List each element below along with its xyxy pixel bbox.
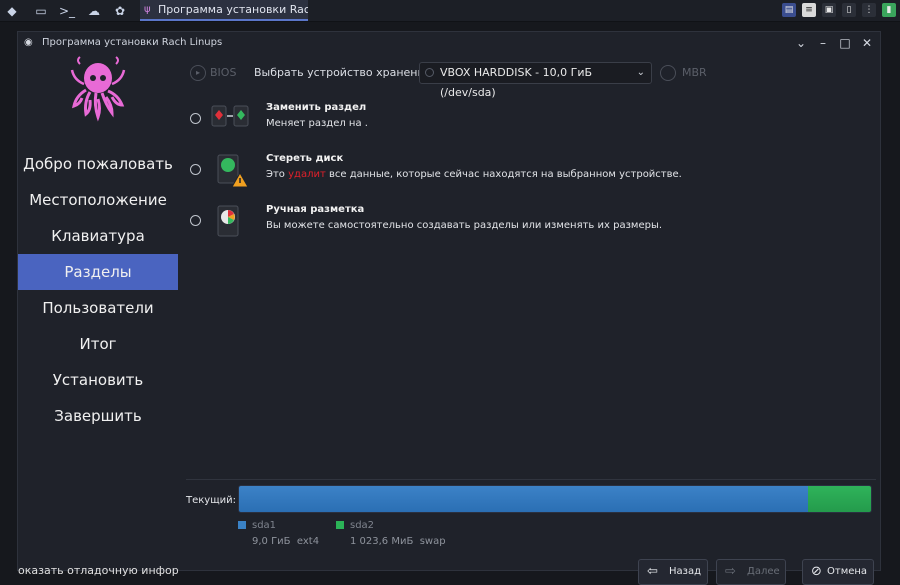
storage-device-label: Выбрать устройство хранения: [254,66,435,79]
cancel-icon: ⊘ [811,564,822,579]
erase-disk-desc-pre: Это [266,169,289,180]
legend-swatch-sda1 [238,521,246,529]
legend-item-sda2: sda2 1 023,6 МиБ swap [336,520,476,550]
replace-partition-title: Заменить раздел [266,102,367,113]
arrow-right-icon: ⇨ [725,564,736,579]
partition-page: ▸ BIOS Выбрать устройство хранения: VBOX … [186,54,876,585]
cancel-button[interactable]: ⊘ Отмена [802,559,874,585]
cancel-button-label: Отмена [827,566,868,577]
sidebar-item-summary: Итог [79,335,117,353]
option-erase-disk[interactable]: Стереть диск Это удалит все данные, кото… [186,153,876,197]
next-button[interactable]: ⇨ Далее [716,559,786,585]
sidebar-item-partitions: Разделы [18,254,178,290]
option-manual-partition[interactable]: Ручная разметка Вы можете самостоятельно… [186,204,876,248]
storage-row: ▸ BIOS Выбрать устройство хранения: VBOX … [186,62,876,99]
mbr-indicator: MBR [660,62,707,84]
replace-partition-desc: Меняет раздел на . [266,118,368,129]
partition-bar [238,485,872,513]
bios-label: BIOS [210,66,237,79]
erase-disk-title: Стереть диск [266,153,344,164]
installer-window: ◉ Программа установки Rach Linups ⌄ – □ … [17,31,881,585]
window-titlebar: ◉ Программа установки Rach Linups ⌄ – □ … [18,32,880,54]
bios-icon: ▸ [190,65,206,81]
flag-icon[interactable]: ▤ [782,3,796,17]
cloud-download-icon[interactable]: ☁ [86,3,102,19]
sidebar-item-users: Пользователи [42,299,154,317]
current-layout-label: Текущий: [186,495,237,506]
arrow-left-icon: ⇦ [647,564,658,579]
taskbar: ◆ ▭ >_ ☁ ✿ ψ Программа установки Rach Li… [0,0,900,22]
clipboard-icon[interactable]: ▣ [822,3,836,17]
window-app-icon: ◉ [24,37,33,48]
bios-indicator: ▸ BIOS [190,62,236,84]
divider [186,479,876,480]
legend-fs-sda1: ext4 [296,536,320,547]
app-launcher-icon[interactable]: ◆ [4,3,20,19]
erase-disk-desc-post: все данные, которые сейчас находятся на … [325,169,682,180]
battery-icon[interactable]: ▮ [882,3,896,17]
replace-partition-icon [211,105,249,127]
folder-icon[interactable]: ▭ [33,3,49,19]
manual-partition-icon [217,205,239,237]
storage-device-value: VBOX HARDDISK - 10,0 ГиБ (/dev/sda) [440,66,593,99]
sidebar-item-location: Местоположение [29,191,167,209]
manual-partition-desc: Вы можете самостоятельно создавать разде… [266,220,663,231]
legend-name-sda2: sda2 [350,520,375,531]
show-debug-info-button[interactable]: оказать отладочную информацию [18,564,178,577]
next-button-label: Далее [747,566,780,577]
erase-disk-radio[interactable] [190,164,201,175]
minimize-button[interactable]: – [812,32,834,54]
mbr-icon [660,65,676,81]
sidebar-item-finish: Завершить [54,407,142,425]
maximize-button[interactable]: □ [834,32,856,54]
sidebar-item-welcome: Добро пожаловать [23,155,173,173]
legend-swatch-sda2 [336,521,344,529]
partition-bar-segment-sda1 [239,486,808,512]
window-title: Программа установки Rach Linups [42,37,223,48]
gear-icon[interactable]: ✿ [112,3,128,19]
back-button[interactable]: ⇦ Назад [638,559,708,585]
option-replace-partition[interactable]: Заменить раздел Меняет раздел на . [186,102,876,146]
erase-disk-icon [217,154,249,188]
octopus-logo-icon [70,56,126,122]
back-button-label: Назад [669,566,702,577]
network-icon[interactable]: ⋮ [862,3,876,17]
disk-icon [425,68,434,77]
replace-partition-radio[interactable] [190,113,201,124]
sidebar-item-keyboard: Клавиатура [51,227,145,245]
taskbar-task-label: Программа установки Rach Linups [158,3,308,16]
taskbar-task-installer[interactable]: ψ Программа установки Rach Linups [140,0,308,21]
sidebar-nav: Добро пожаловать Местоположение Клавиату… [18,146,178,434]
legend-size-value-sda2: 1 023,6 МиБ [350,536,414,547]
legend-size-value-sda1: 9,0 ГиБ [252,536,291,547]
manual-partition-radio[interactable] [190,215,201,226]
system-tray: ▤ ≡ ▣ ▯ ⋮ ▮ [782,3,896,19]
chevron-down-icon: ⌄ [636,67,645,78]
partition-bar-segment-sda2 [807,486,871,512]
storage-device-select[interactable]: VBOX HARDDISK - 10,0 ГиБ (/dev/sda) ⌄ [419,62,652,99]
erase-disk-desc-danger: удалит [288,169,326,180]
manual-partition-title: Ручная разметка [266,204,365,215]
legend-size-sda1: 9,0 ГиБ ext4 [252,536,319,547]
lock-icon[interactable]: ▯ [842,3,856,17]
erase-disk-desc: Это удалит все данные, которые сейчас на… [266,169,682,180]
legend-fs-sda2: swap [419,536,446,547]
legend-name-sda1: sda1 [252,520,277,531]
legend-item-sda1: sda1 9,0 ГиБ ext4 [238,520,328,550]
sidebar-item-install: Установить [52,371,144,389]
close-button[interactable]: ✕ [856,32,878,54]
mbr-label: MBR [682,66,707,79]
terminal-icon[interactable]: >_ [59,3,75,19]
sidebar: Добро пожаловать Местоположение Клавиату… [18,54,178,577]
legend-size-sda2: 1 023,6 МиБ swap [350,536,446,547]
chevron-down-icon[interactable]: ⌄ [790,32,812,54]
installer-task-icon: ψ [144,4,151,15]
notes-icon[interactable]: ≡ [802,3,816,17]
